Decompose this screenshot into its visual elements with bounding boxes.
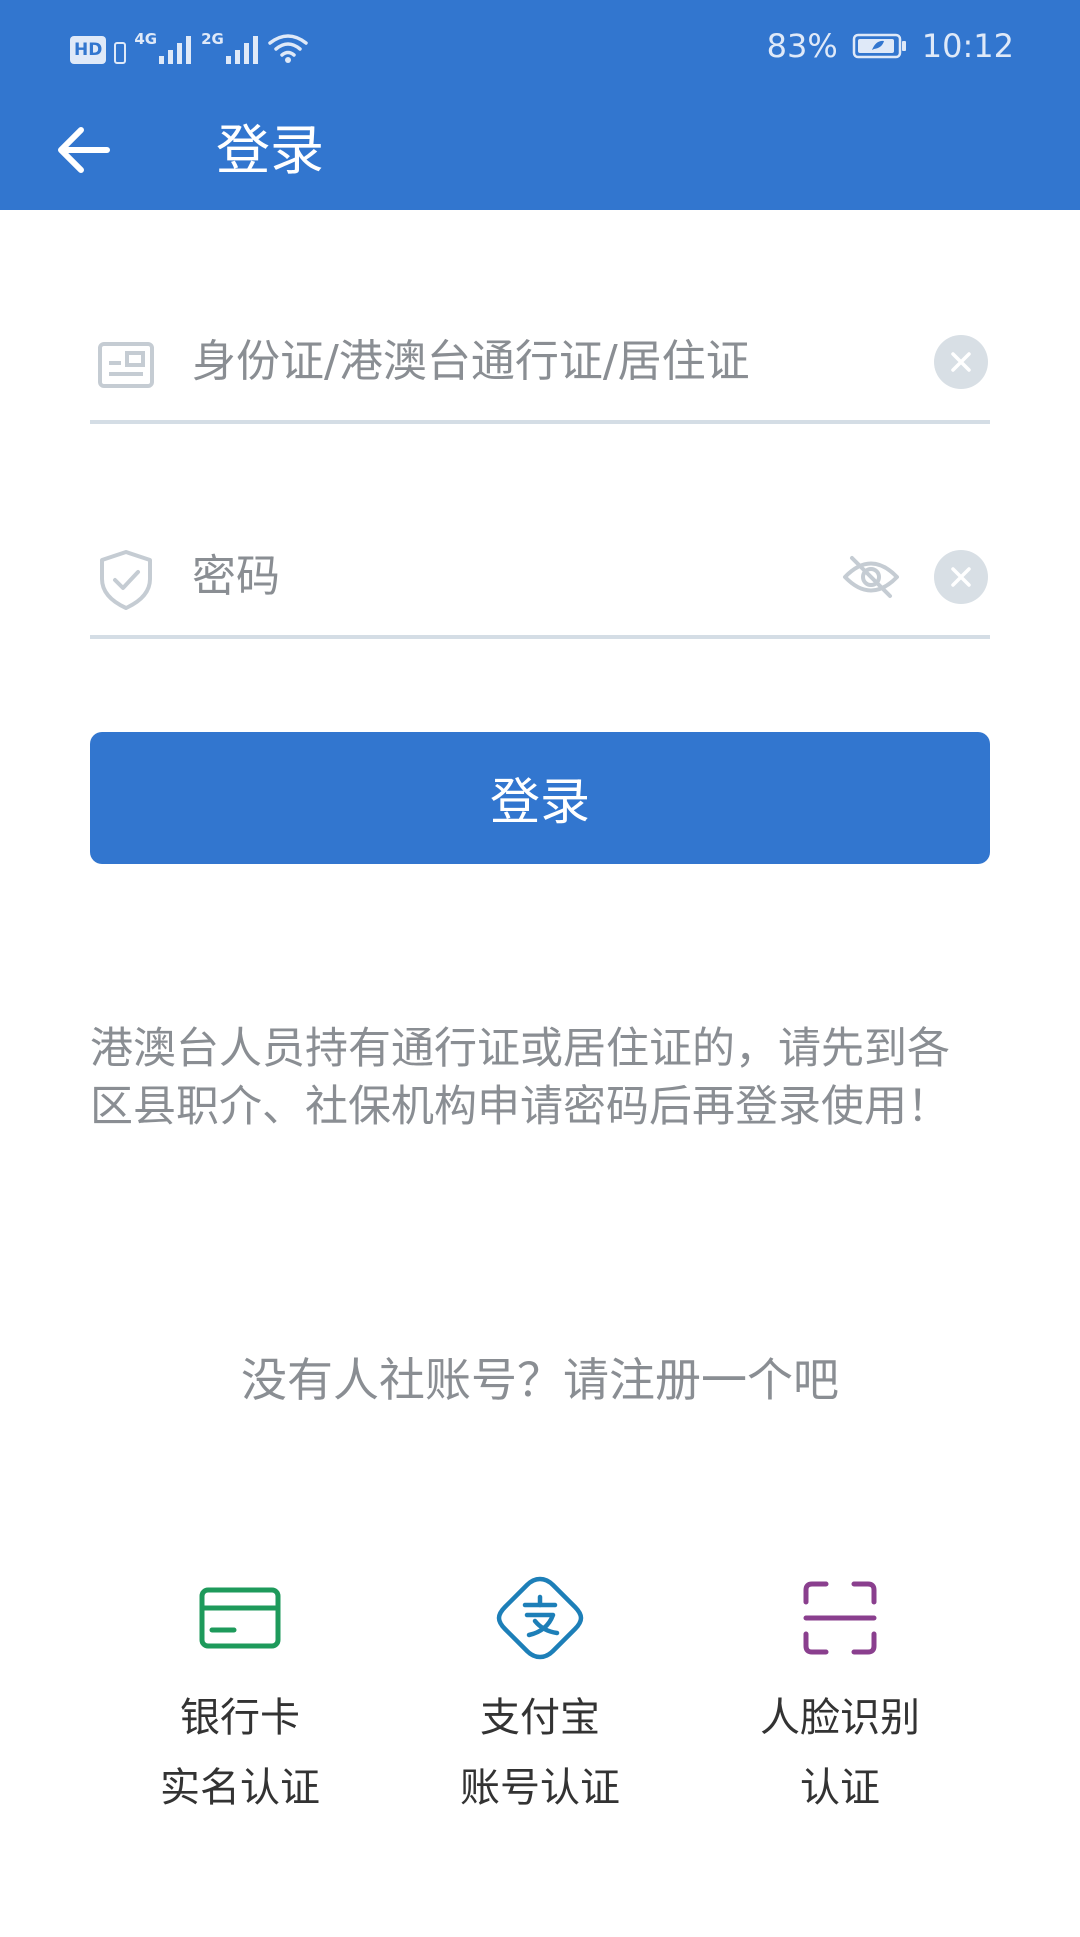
face-recognition-auth-option[interactable]: 人脸识别 认证 — [690, 1560, 990, 1820]
bank-card-auth-option[interactable]: 银行卡 实名认证 — [90, 1560, 390, 1820]
alipay-icon — [492, 1570, 588, 1666]
auth-option-subtitle: 账号认证 — [460, 1765, 620, 1811]
shield-check-icon — [96, 547, 156, 613]
auth-option-title: 银行卡 — [180, 1695, 300, 1741]
app-header: HD 4G 2G 83% 10:12 登录 — [0, 0, 1080, 210]
battery-icon — [852, 33, 906, 59]
login-button[interactable]: 登录 — [90, 732, 990, 864]
arrow-left-icon — [58, 127, 110, 173]
notice-text: 港澳台人员持有通行证或居住证的，请先到各区县职介、社保机构申请密码后再登录使用！ — [90, 1024, 950, 1132]
close-icon — [951, 567, 971, 587]
clear-password-button[interactable] — [934, 550, 988, 604]
id-number-field — [90, 302, 990, 424]
auth-options: 银行卡 实名认证 支付宝 账号认证 人脸识别 认证 — [0, 1560, 1080, 1820]
status-left: HD 4G 2G — [70, 28, 308, 64]
id-card-icon — [96, 332, 156, 398]
register-link[interactable]: 没有人社账号？请注册一个吧 — [0, 1345, 1080, 1415]
status-right: 83% 10:12 — [767, 24, 1014, 68]
password-input[interactable] — [192, 543, 672, 609]
auth-option-subtitle: 实名认证 — [160, 1765, 320, 1811]
id-number-input[interactable] — [192, 328, 812, 394]
sim-icon — [114, 42, 127, 64]
auth-option-title: 支付宝 — [480, 1695, 600, 1741]
clock: 10:12 — [921, 27, 1014, 65]
toolbar: 登录 — [0, 100, 1080, 210]
hd-badge: HD — [70, 36, 107, 64]
face-scan-icon — [792, 1570, 888, 1666]
battery-percent: 83% — [766, 27, 838, 65]
toggle-password-visibility-button[interactable] — [842, 549, 900, 605]
page-title: 登录 — [216, 119, 324, 182]
auth-option-title: 人脸识别 — [760, 1695, 920, 1741]
eye-off-icon — [843, 556, 899, 598]
wifi-icon — [268, 34, 308, 63]
signal-2-label: 2G — [201, 30, 224, 48]
password-field — [90, 517, 990, 639]
status-bar: HD 4G 2G 83% 10:12 — [0, 0, 1080, 92]
back-button[interactable] — [52, 118, 116, 182]
bank-card-icon — [192, 1570, 288, 1666]
signal-bars-icon — [159, 36, 192, 64]
auth-option-subtitle: 认证 — [800, 1765, 880, 1811]
close-icon — [951, 352, 971, 372]
alipay-auth-option[interactable]: 支付宝 账号认证 — [390, 1560, 690, 1820]
signal-1-label: 4G — [134, 30, 158, 48]
clear-id-button[interactable] — [934, 335, 988, 389]
signal-bars-icon — [225, 36, 258, 64]
